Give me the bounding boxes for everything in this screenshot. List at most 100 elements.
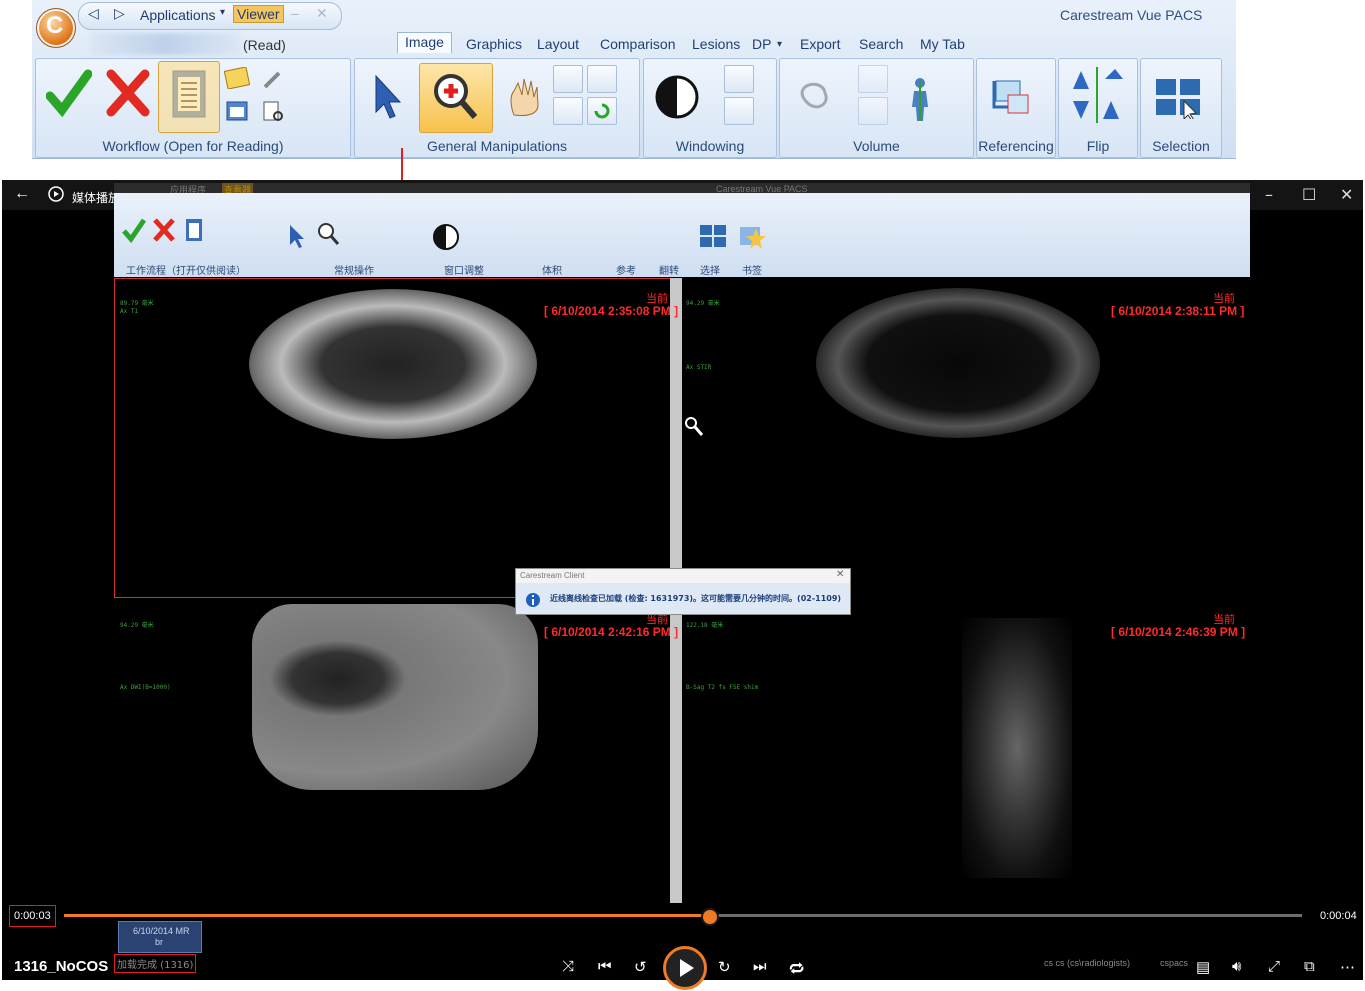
tab-lesions[interactable]: Lesions — [692, 36, 740, 52]
rotate-image-button[interactable] — [553, 65, 583, 93]
document-window-icon[interactable] — [222, 97, 252, 125]
edit-pencil-icon[interactable] — [258, 65, 288, 93]
status-server: cspacs — [1160, 958, 1189, 968]
status-user: cs cs (cs\radiologists) — [1044, 958, 1131, 968]
player-maximize-button[interactable]: ☐ — [1302, 185, 1316, 204]
tab-search[interactable]: Search — [859, 36, 903, 52]
vp1-position: 89.79 毫米 — [120, 300, 154, 307]
vp4-position: 122.18 毫米 — [686, 622, 724, 629]
inner-pointer-icon — [290, 225, 304, 248]
inner-group-general: 常规操作 — [334, 266, 374, 277]
reference-lines-icon[interactable] — [983, 71, 1037, 125]
volume-label: Volume — [853, 138, 900, 154]
play-icon — [680, 959, 694, 977]
tab-graphics[interactable]: Graphics — [466, 36, 522, 52]
referencing-label: Referencing — [978, 138, 1054, 154]
close-icon[interactable]: ✕ — [316, 5, 328, 22]
vp1-series: Ax T1 — [120, 308, 139, 315]
flip-group: Flip — [1058, 58, 1138, 158]
inner-group-window: 窗口调整 — [444, 266, 484, 277]
more-options-icon[interactable]: ⋯ — [1340, 958, 1355, 976]
back-icon[interactable]: ← — [14, 185, 30, 203]
forward-arrow-icon[interactable]: ▷ — [114, 5, 125, 22]
scan-image-dwi — [252, 604, 538, 790]
miniplayer-icon[interactable]: ⧉ — [1304, 958, 1315, 975]
inner-report-icon — [186, 219, 202, 241]
progress-fill — [64, 914, 708, 917]
next-icon[interactable]: ⏭ — [753, 958, 767, 975]
mpr-button[interactable] — [858, 65, 888, 93]
window-level-icon[interactable] — [650, 67, 704, 127]
referencing-group: Referencing — [976, 58, 1056, 158]
inner-selection-icon — [700, 225, 726, 247]
scan-image-sagittal — [962, 618, 1072, 878]
viewport-3[interactable] — [114, 598, 670, 903]
player-close-button[interactable]: ✕ — [1340, 185, 1353, 204]
find-document-icon[interactable] — [258, 97, 288, 125]
time-total: 0:00:04 — [1320, 910, 1357, 922]
repeat-icon[interactable]: 🔁︎ — [789, 958, 804, 980]
vp3-series: Ax DWI(B=1000) — [120, 684, 171, 691]
app-orb-button[interactable]: C — [36, 8, 76, 48]
vp2-date: [ 6/10/2014 2:38:11 PM ] — [1111, 304, 1245, 318]
progress-scrubber[interactable] — [701, 908, 719, 926]
flip-image-button[interactable] — [587, 65, 617, 93]
back-arrow-icon[interactable]: ◁ — [88, 5, 99, 22]
pan-hand-icon[interactable] — [501, 69, 545, 125]
media-player-logo-icon — [48, 186, 64, 202]
invert-image-button[interactable] — [553, 97, 583, 125]
thumbnail-sublabel: br — [155, 937, 164, 947]
inner-group-volume: 体积 — [542, 266, 562, 277]
sticky-note-icon[interactable] — [220, 63, 254, 93]
file-name: 1316_NoCOS — [14, 958, 109, 975]
study-thumbnail[interactable]: 6/10/2014 MR br — [118, 921, 202, 953]
window-preset-button[interactable] — [724, 65, 754, 93]
zoom-magnifier-button[interactable] — [419, 63, 493, 133]
volume-group: Volume — [779, 58, 974, 158]
body-figure-icon[interactable] — [900, 73, 940, 125]
viewport-4[interactable] — [682, 598, 1238, 903]
inner-x-icon — [153, 218, 175, 242]
player-minimize-button[interactable]: – — [1265, 185, 1273, 204]
selection-label: Selection — [1152, 138, 1210, 154]
dialog-title: Carestream Client — [520, 571, 585, 580]
tab-layout[interactable]: Layout — [537, 36, 579, 52]
select-images-icon[interactable] — [1147, 69, 1211, 125]
volume-3d-icon[interactable] — [786, 69, 840, 125]
play-button[interactable] — [663, 946, 707, 990]
tab-comparison[interactable]: Comparison — [600, 36, 675, 52]
reject-x-icon[interactable] — [102, 63, 154, 123]
shuffle-icon[interactable]: ⤨ — [562, 958, 574, 975]
forward-30-icon[interactable]: ↻ — [718, 958, 731, 976]
pointer-arrow-icon[interactable] — [365, 69, 409, 125]
mip-button[interactable] — [858, 97, 888, 125]
previous-icon[interactable]: ⏮ — [598, 958, 612, 975]
rewind-10-icon[interactable]: ↺ — [634, 958, 647, 976]
viewer-tab[interactable]: Viewer — [233, 5, 284, 23]
subtitles-icon[interactable]: ▤ — [1196, 958, 1210, 976]
reset-rotation-button[interactable] — [587, 97, 617, 125]
tab-my-tab[interactable]: My Tab — [920, 36, 965, 52]
volume-icon[interactable]: 🔊︎ — [1232, 958, 1241, 975]
tab-dp[interactable]: DP — [752, 36, 771, 52]
flip-arrows-icon[interactable] — [1065, 65, 1129, 125]
viewport-1[interactable] — [114, 278, 672, 598]
windowing-label: Windowing — [675, 138, 745, 154]
accept-check-icon[interactable] — [44, 63, 94, 123]
workflow-group-label: Workflow (Open for Reading) — [102, 138, 284, 154]
windowing-group: Windowing — [643, 58, 777, 158]
tab-image[interactable]: Image — [397, 32, 452, 53]
tab-export[interactable]: Export — [800, 36, 840, 52]
viewport-2[interactable] — [682, 278, 1238, 596]
applications-dropdown-icon[interactable]: ▾ — [220, 7, 225, 18]
vp2-series: Ax STIR — [686, 364, 712, 371]
thumbnail-label: 6/10/2014 MR — [133, 926, 190, 936]
window-reset-button[interactable] — [724, 97, 754, 125]
dialog-close-button[interactable]: ✕ — [836, 569, 844, 580]
vp2-position: 94.29 毫米 — [686, 300, 720, 307]
minimize-icon[interactable]: – — [291, 5, 299, 21]
dp-dropdown-icon[interactable]: ▾ — [777, 39, 782, 50]
applications-menu[interactable]: Applications — [140, 7, 216, 23]
fullscreen-icon[interactable]: ⤢ — [1268, 958, 1280, 975]
inner-ribbon: 工作流程（打开仅供阅读） 常规操作 窗口调整 体积 参考 翻转 选择 书签 — [114, 193, 1250, 277]
